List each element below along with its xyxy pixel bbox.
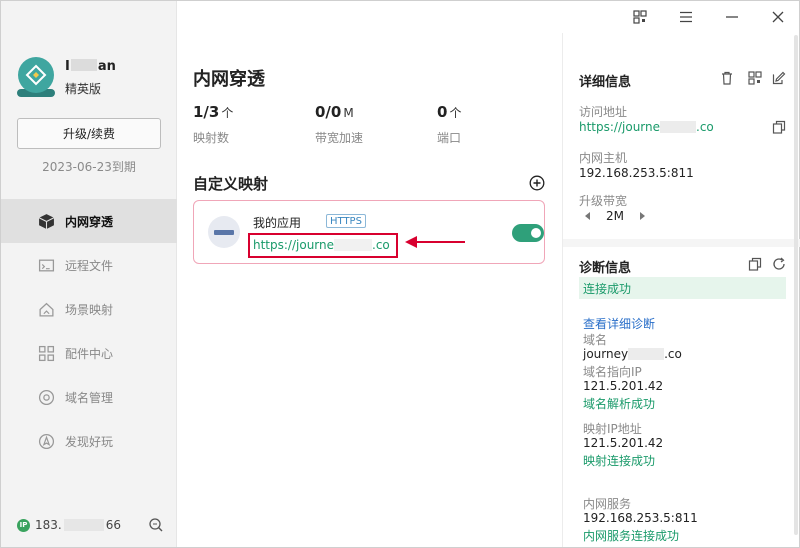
add-mapping-button[interactable]: [529, 175, 545, 191]
protocol-badge: HTTPS: [326, 214, 366, 228]
sidebar-item-label: 发现好玩: [65, 434, 114, 449]
service-status: 内网服务连接成功: [583, 529, 680, 543]
increase-icon[interactable]: [640, 212, 645, 220]
map-ip-value: 121.5.201.42: [583, 436, 664, 450]
sidebar-item-accessories[interactable]: 配件中心: [1, 331, 177, 375]
scrollbar[interactable]: [792, 33, 798, 541]
mapping-name: 我的应用: [253, 216, 302, 230]
service-value: 192.168.253.5:811: [583, 511, 698, 525]
sidebar-item-label: 远程文件: [65, 258, 114, 273]
decrease-icon[interactable]: [585, 212, 590, 220]
ip-icon: IP: [17, 518, 30, 532]
redacted-mask: [660, 121, 697, 133]
cube-icon: [38, 213, 55, 230]
redacted-mask: [70, 59, 97, 71]
redacted-mask: [63, 519, 104, 531]
copy-icon[interactable]: [748, 257, 762, 271]
compass-icon: [38, 433, 55, 450]
menu-button[interactable]: [676, 7, 696, 27]
house-icon: [38, 301, 55, 318]
main-panel: 内网穿透 1/3 个 映射数 0/0 M 带宽加速 0个 端口 自定义映射 我的应用…: [177, 1, 562, 547]
refresh-icon[interactable]: [772, 257, 786, 271]
domain-label: 域名: [583, 333, 608, 347]
host-value: 192.168.253.5:811: [579, 166, 694, 180]
stat-bandwidth: 0/0 M 带宽加速: [315, 103, 364, 145]
ip-search-icon[interactable]: [148, 517, 164, 533]
dns-value: 121.5.201.42: [583, 379, 664, 393]
globe-gear-icon: [38, 389, 55, 406]
sidebar-item-label: 配件中心: [65, 346, 114, 361]
dns-label: 域名指向IP: [583, 365, 642, 379]
section-title: 自定义映射: [193, 175, 269, 193]
arrow-annotation-icon: [405, 236, 465, 248]
dns-status: 域名解析成功: [583, 397, 656, 411]
mapping-card[interactable]: 我的应用 HTTPS https://journe .co: [193, 200, 545, 264]
sidebar-item-scene-mapping[interactable]: 场景映射: [1, 287, 177, 331]
sidebar-item-tunnel[interactable]: 内网穿透: [1, 199, 177, 243]
sidebar-item-label: 域名管理: [65, 390, 114, 405]
qr-code-button[interactable]: [630, 7, 650, 27]
map-status: 映射连接成功: [583, 454, 656, 468]
expiry-date: 2023-06-23到期: [42, 160, 136, 174]
stat-ports: 0个 端口: [437, 103, 462, 145]
app-logo-icon: [18, 57, 54, 93]
stat-mappings: 1/3 个 映射数: [193, 103, 234, 145]
sidebar-nav: 内网穿透 远程文件 场景映射 配件中心 域名管理 发现好玩: [1, 199, 177, 463]
sidebar: Ian 精英版 升级/续费 2023-06-23到期 内网穿透 远程文件 场景映…: [1, 1, 177, 547]
sidebar-item-label: 内网穿透: [65, 214, 114, 229]
diagnosis-title: 诊断信息: [579, 261, 632, 276]
service-label: 内网服务: [583, 497, 632, 511]
map-ip-label: 映射IP地址: [583, 422, 642, 436]
page-title: 内网穿透: [193, 69, 265, 90]
sidebar-item-discover[interactable]: 发现好玩: [1, 419, 177, 463]
view-diagnosis-link[interactable]: 查看详细诊断: [583, 315, 655, 332]
app-icon: [208, 216, 240, 248]
sidebar-item-remote-files[interactable]: 远程文件: [1, 243, 177, 287]
delete-icon[interactable]: [720, 71, 734, 85]
domain-value: journey .co: [583, 347, 682, 361]
section-divider: [563, 239, 800, 247]
mapping-url-link[interactable]: https://journe .co: [253, 238, 390, 252]
folder-icon: [38, 257, 55, 274]
minimize-button[interactable]: [722, 7, 742, 27]
mapping-toggle[interactable]: [512, 224, 544, 242]
connection-status: 连接成功: [579, 277, 786, 299]
access-label: 访问地址: [579, 105, 628, 119]
redacted-mask: [628, 348, 665, 360]
details-title: 详细信息: [579, 75, 632, 90]
grid-icon: [38, 345, 55, 362]
close-button[interactable]: [768, 7, 788, 27]
host-label: 内网主机: [579, 151, 628, 165]
user-plan: 精英版: [65, 82, 102, 96]
sidebar-item-label: 场景映射: [65, 302, 114, 317]
edit-icon[interactable]: [772, 71, 786, 85]
upgrade-button[interactable]: 升级/续费: [17, 118, 161, 149]
ip-address: IP 183. 66: [17, 518, 121, 532]
user-name: Ian: [65, 59, 116, 74]
app-window: Ian 精英版 升级/续费 2023-06-23到期 内网穿透 远程文件 场景映…: [0, 0, 800, 548]
copy-icon[interactable]: [772, 120, 786, 134]
details-panel: 详细信息 访问地址 https://journe .co 内网主机 192.168…: [562, 33, 800, 547]
access-url-link[interactable]: https://journe .co: [579, 120, 714, 134]
qr-code-icon[interactable]: [748, 71, 762, 85]
bandwidth-stepper[interactable]: 2M: [585, 209, 645, 223]
bandwidth-value: 2M: [606, 209, 624, 223]
sidebar-item-domains[interactable]: 域名管理: [1, 375, 177, 419]
bandwidth-label: 升级带宽: [579, 194, 628, 208]
redacted-mask: [334, 239, 373, 251]
